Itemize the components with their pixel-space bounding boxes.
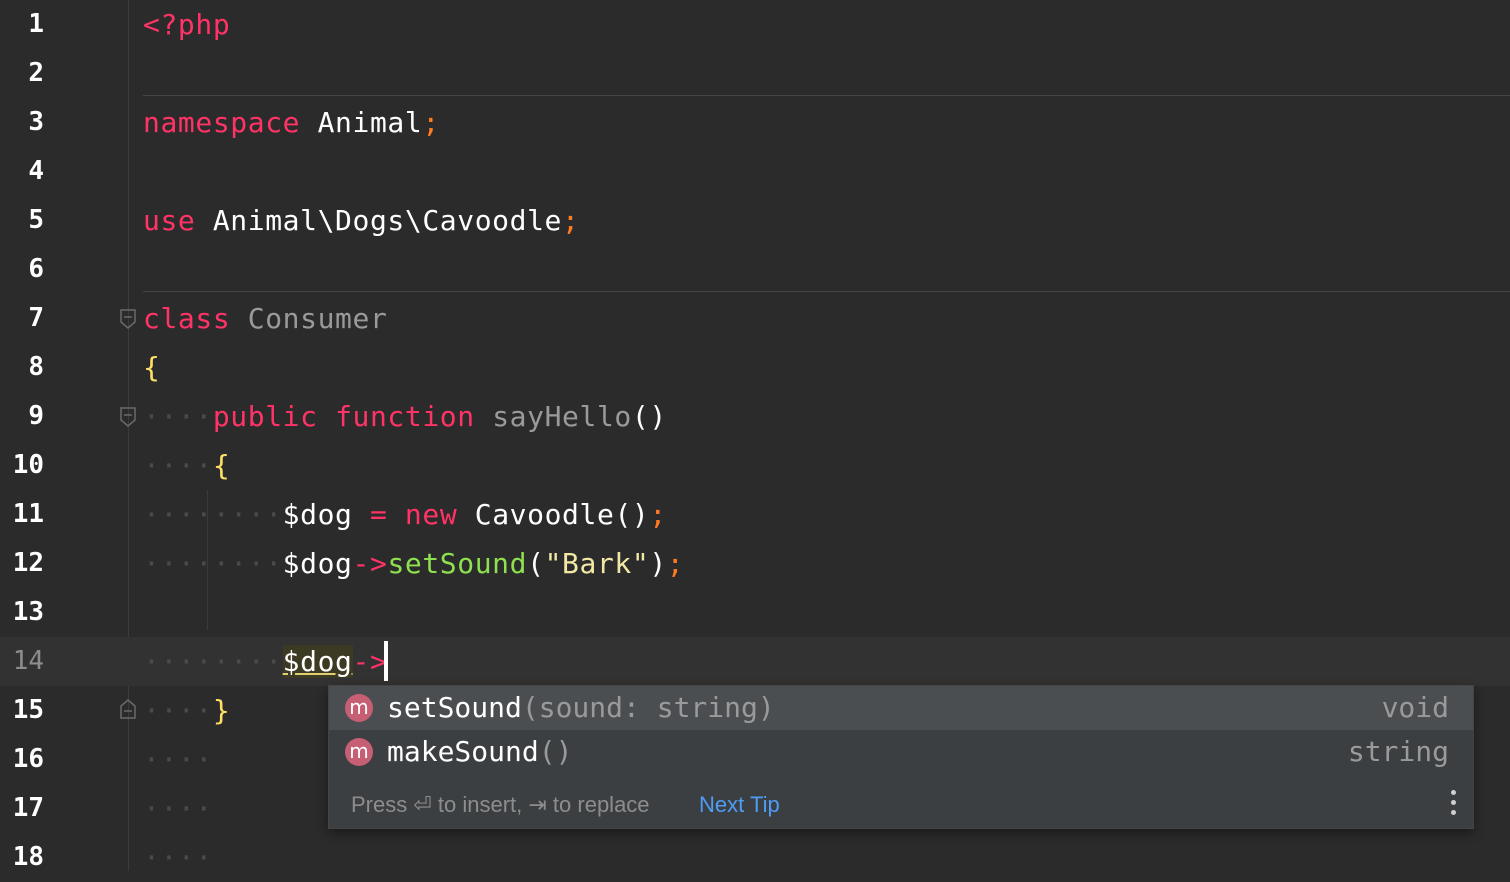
code-line: 7 class Consumer: [0, 294, 1510, 343]
use-path: Animal\Dogs\Cavoodle: [212, 204, 562, 237]
semicolon: ;: [666, 547, 685, 580]
use-keyword: use: [143, 204, 196, 237]
line-number: 10: [12, 450, 44, 480]
code-line: 9 ····public function sayHello(): [0, 392, 1510, 441]
more-options-icon[interactable]: [1451, 790, 1457, 820]
line-number: 3: [28, 107, 44, 137]
completion-item[interactable]: m setSound(sound: string) void: [329, 686, 1473, 730]
code-line: 2: [0, 49, 1510, 98]
function-name: sayHello: [492, 400, 632, 433]
constructor-name: Cavoodle: [474, 498, 615, 531]
method-icon: m: [345, 738, 373, 766]
open-brace: {: [212, 449, 231, 482]
function-keyword: function: [335, 400, 475, 433]
completion-item-signature: (sound: string): [521, 691, 775, 724]
completion-item-name: makeSound: [387, 735, 539, 768]
completion-item[interactable]: m makeSound() string: [329, 730, 1473, 774]
line-number: 18: [12, 842, 44, 872]
fold-collapse-icon[interactable]: [119, 308, 137, 330]
variable-dog: $dog: [282, 547, 353, 580]
line-number: 5: [28, 205, 44, 235]
line-number: 11: [12, 499, 44, 529]
semicolon: ;: [422, 106, 440, 139]
code-line: 11 ········$dog = new Cavoodle();: [0, 490, 1510, 539]
code-line: 8 {: [0, 343, 1510, 392]
variable-dog: $dog: [282, 498, 353, 531]
code-line: 18 ····: [0, 833, 1510, 882]
code-line: 5 use Animal\Dogs\Cavoodle;: [0, 196, 1510, 245]
fold-end-icon[interactable]: [119, 698, 137, 720]
open-paren: (: [527, 547, 545, 580]
namespace-name: Animal: [317, 106, 423, 139]
arrow-operator: ->: [352, 547, 388, 580]
method-call: setSound: [387, 547, 528, 580]
line-number: 1: [28, 9, 44, 39]
text-caret: [384, 641, 388, 681]
variable-dog: $dog: [282, 645, 353, 678]
line-number: 2: [28, 58, 44, 88]
code-line: 1 <?php: [0, 0, 1510, 49]
code-line: 10 ····{: [0, 441, 1510, 490]
line-number: 6: [28, 254, 44, 284]
completion-item-type: string: [1347, 735, 1449, 768]
close-brace: }: [212, 694, 231, 727]
php-open-tag: <?php: [143, 8, 231, 41]
line-number: 16: [12, 744, 44, 774]
completion-item-name: setSound: [387, 691, 522, 724]
close-paren: ): [649, 547, 667, 580]
string-literal: "Bark": [544, 547, 650, 580]
namespace-keyword: namespace: [143, 106, 301, 139]
code-completion-popup: m setSound(sound: string) void m makeSou…: [328, 685, 1474, 829]
code-line: 4: [0, 147, 1510, 196]
code-line: 12 ········$dog->setSound("Bark");: [0, 539, 1510, 588]
line-number: 8: [28, 352, 44, 382]
line-number: 14: [12, 646, 44, 676]
code-line: 3 namespace Animal;: [0, 98, 1510, 147]
public-keyword: public: [212, 400, 318, 433]
code-line: 13: [0, 588, 1510, 637]
line-number: 7: [28, 303, 44, 333]
line-number: 12: [12, 548, 44, 578]
parens: (): [614, 498, 650, 531]
parens: (): [631, 400, 667, 433]
new-keyword: new: [404, 498, 458, 531]
line-number: 9: [28, 401, 44, 431]
arrow-operator: ->: [352, 645, 388, 678]
current-code-line: 14 ········$dog->: [0, 637, 1510, 686]
next-tip-link[interactable]: Next Tip: [699, 782, 780, 828]
completion-footer: Press ⏎ to insert, ⇥ to replace Next Tip: [329, 782, 1473, 828]
semicolon: ;: [562, 204, 580, 237]
code-line: 6: [0, 245, 1510, 294]
class-name: Consumer: [247, 302, 388, 335]
line-number: 15: [12, 695, 44, 725]
line-number: 4: [28, 156, 44, 186]
fold-collapse-icon[interactable]: [119, 406, 137, 428]
completion-item-type: void: [1381, 691, 1449, 724]
assign-operator: =: [369, 498, 388, 531]
method-icon: m: [345, 694, 373, 722]
line-number: 17: [12, 793, 44, 823]
line-number: 13: [12, 597, 44, 627]
class-keyword: class: [143, 302, 231, 335]
completion-hint: Press ⏎ to insert, ⇥ to replace: [351, 792, 650, 817]
semicolon: ;: [649, 498, 667, 531]
completion-item-signature: (): [538, 735, 573, 768]
open-brace: {: [143, 351, 161, 384]
